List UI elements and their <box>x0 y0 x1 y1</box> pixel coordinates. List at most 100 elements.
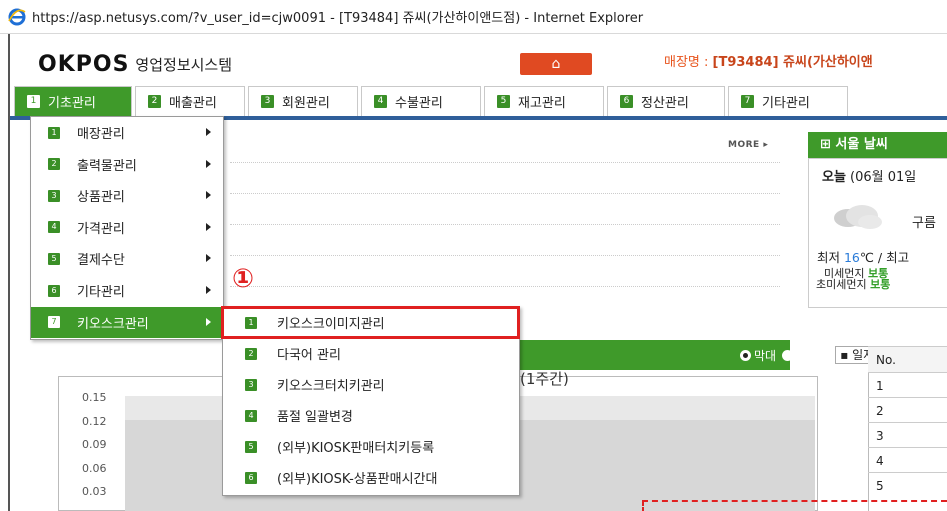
menu-item-2[interactable]: 2 출력물관리 <box>31 149 223 180</box>
menu-item-6[interactable]: 6 기타관리 <box>31 275 223 306</box>
tab-4[interactable]: 4 수불관리 <box>361 86 481 116</box>
y-tick-label: 0.15 <box>82 391 107 404</box>
weather-title: 서울 날씨 <box>835 137 888 152</box>
ultrafine-dust: 초미세먼지 보통 <box>816 279 890 290</box>
menu-item-label: 결제수단 <box>77 253 125 269</box>
y-tick-label: 0.03 <box>82 485 107 498</box>
y-tick-label: 0.09 <box>82 438 107 451</box>
temp-prefix: 최저 <box>817 250 844 265</box>
menu-number-badge: 3 <box>48 189 60 202</box>
tab-number-badge: 1 <box>27 95 40 108</box>
submenu-item-label: 다국어 관리 <box>277 348 341 363</box>
submenu-item-3[interactable]: 3 키오스크터치키관리 <box>223 369 519 400</box>
tab-label: 매출관리 <box>169 96 217 111</box>
submenu-item-4[interactable]: 4 품절 일괄변경 <box>223 400 519 431</box>
tab-5[interactable]: 5 재고관리 <box>484 86 604 116</box>
tab-number-badge: 6 <box>620 95 633 108</box>
menu-item-label: 매장관리 <box>77 127 125 142</box>
chart-title: (1주간) <box>520 370 569 388</box>
tab-6[interactable]: 6 정산관리 <box>607 86 725 116</box>
menu-item-5[interactable]: 5 결제수단 <box>31 243 223 274</box>
menu-number-badge: 1 <box>48 126 60 139</box>
logo-text: OKPOS <box>38 52 130 77</box>
menu-item-7[interactable]: 7 키오스크관리 <box>31 306 223 338</box>
tab-label: 수불관리 <box>395 96 443 111</box>
menu-number-badge: 5 <box>48 252 60 265</box>
home-button[interactable]: ⌂ <box>520 53 592 75</box>
chevron-right-icon <box>206 317 211 326</box>
dust-value: 보통 <box>870 278 891 291</box>
tab-3[interactable]: 3 회원관리 <box>248 86 358 116</box>
weather-temp: 최저 16℃ / 최고 <box>817 247 909 266</box>
main-tabs: 1 기초관리 2 매출관리 3 회원관리 4 수불관리 5 재고관리 6 정산관리 7 기타관리 <box>14 86 947 116</box>
submenu-item-5[interactable]: 5 (외부)KIOSK판매터치키등록 <box>223 431 519 462</box>
menu-number-badge: 6 <box>48 284 60 297</box>
submenu-item-label: 키오스크터치키관리 <box>277 379 385 394</box>
submenu-number-badge: 4 <box>245 409 257 422</box>
dust-label: 초미세먼지 <box>816 278 871 291</box>
tab-label: 기초관리 <box>48 96 96 111</box>
tab-label: 재고관리 <box>518 96 566 111</box>
submenu-item-6[interactable]: 6 (외부)KIOSK-상품판매시간대 <box>223 462 519 493</box>
tab-label: 회원관리 <box>282 96 330 111</box>
menu-item-label: 기타관리 <box>77 285 125 300</box>
tab-number-badge: 2 <box>148 95 161 108</box>
table-row: 5 <box>868 472 947 498</box>
weather-today: 오늘 (06월 01일 <box>822 166 916 185</box>
today-label: 오늘 <box>822 170 846 185</box>
tab-number-badge: 5 <box>497 95 510 108</box>
submenu-item-2[interactable]: 2 다국어 관리 <box>223 338 519 369</box>
menu-item-4[interactable]: 4 가격관리 <box>31 212 223 243</box>
temp-low: 16 <box>843 250 860 265</box>
window-frame-edge <box>8 34 10 511</box>
chevron-right-icon <box>206 128 211 136</box>
y-tick-label: 0.06 <box>82 461 107 475</box>
highlight-box <box>221 306 520 339</box>
home-icon: ⌂ <box>551 56 561 72</box>
chevron-right-icon <box>206 159 211 168</box>
radio-donut-label: 도우넛 <box>796 348 830 363</box>
store-value: [T93484] 쥬씨(가산하이앤 <box>712 55 873 70</box>
submenu-number-badge: 2 <box>245 347 257 360</box>
table-row: 3 <box>868 422 947 448</box>
window-title: https://asp.netusys.com/?v_user_id=cjw00… <box>32 11 644 26</box>
menu-item-3[interactable]: 3 상품관리 <box>31 180 223 211</box>
weather-header: ⊞ 서울 날씨 <box>808 132 947 158</box>
weather-condition: 구름 <box>912 216 936 231</box>
table-row: 2 <box>868 397 947 423</box>
store-label: 매장명 : <box>664 55 713 70</box>
chart-type-controls: 막대 도우넛 ▪ 일자 <box>740 346 880 364</box>
temp-suffix: ℃ / 최고 <box>859 250 910 265</box>
tab-number-badge: 4 <box>374 95 387 108</box>
submenu-item-label: (외부)KIOSK-상품판매시간대 <box>277 472 438 487</box>
menu-number-badge: 7 <box>48 316 60 329</box>
radio-donut[interactable] <box>782 349 794 361</box>
radio-bar[interactable] <box>740 349 751 361</box>
logo-subtitle: 영업정보시스템 <box>135 56 233 74</box>
table-row: 1 <box>868 372 947 398</box>
submenu-number-badge: 6 <box>245 471 257 484</box>
internet-explorer-icon <box>8 8 26 25</box>
tab-number-badge: 3 <box>261 95 274 108</box>
more-link[interactable]: MORE ▸ <box>728 140 768 150</box>
y-tick-label: 0.12 <box>82 414 107 428</box>
step-callout: ① <box>232 264 255 294</box>
menu-item-1[interactable]: 1 매장관리 <box>31 117 223 148</box>
divider <box>230 193 780 194</box>
tab-label: 기타관리 <box>762 96 810 111</box>
tab-7[interactable]: 7 기타관리 <box>728 86 848 116</box>
submenu-number-badge: 3 <box>245 378 257 391</box>
chevron-right-icon <box>206 254 211 263</box>
menu-number-badge: 4 <box>48 221 60 234</box>
menu-item-label: 출력물관리 <box>77 158 137 174</box>
tab-2[interactable]: 2 매출관리 <box>135 86 245 116</box>
menu-number-badge: 2 <box>48 158 60 171</box>
tab-label: 정산관리 <box>641 96 689 111</box>
table-row: 4 <box>868 447 947 473</box>
chevron-right-icon <box>206 222 211 231</box>
today-date: (06월 01일 <box>845 170 917 185</box>
submenu-item-label: (외부)KIOSK판매터치키등록 <box>277 441 435 456</box>
divider <box>230 286 780 287</box>
tab-1[interactable]: 1 기초관리 <box>14 86 132 116</box>
divider <box>230 162 780 163</box>
